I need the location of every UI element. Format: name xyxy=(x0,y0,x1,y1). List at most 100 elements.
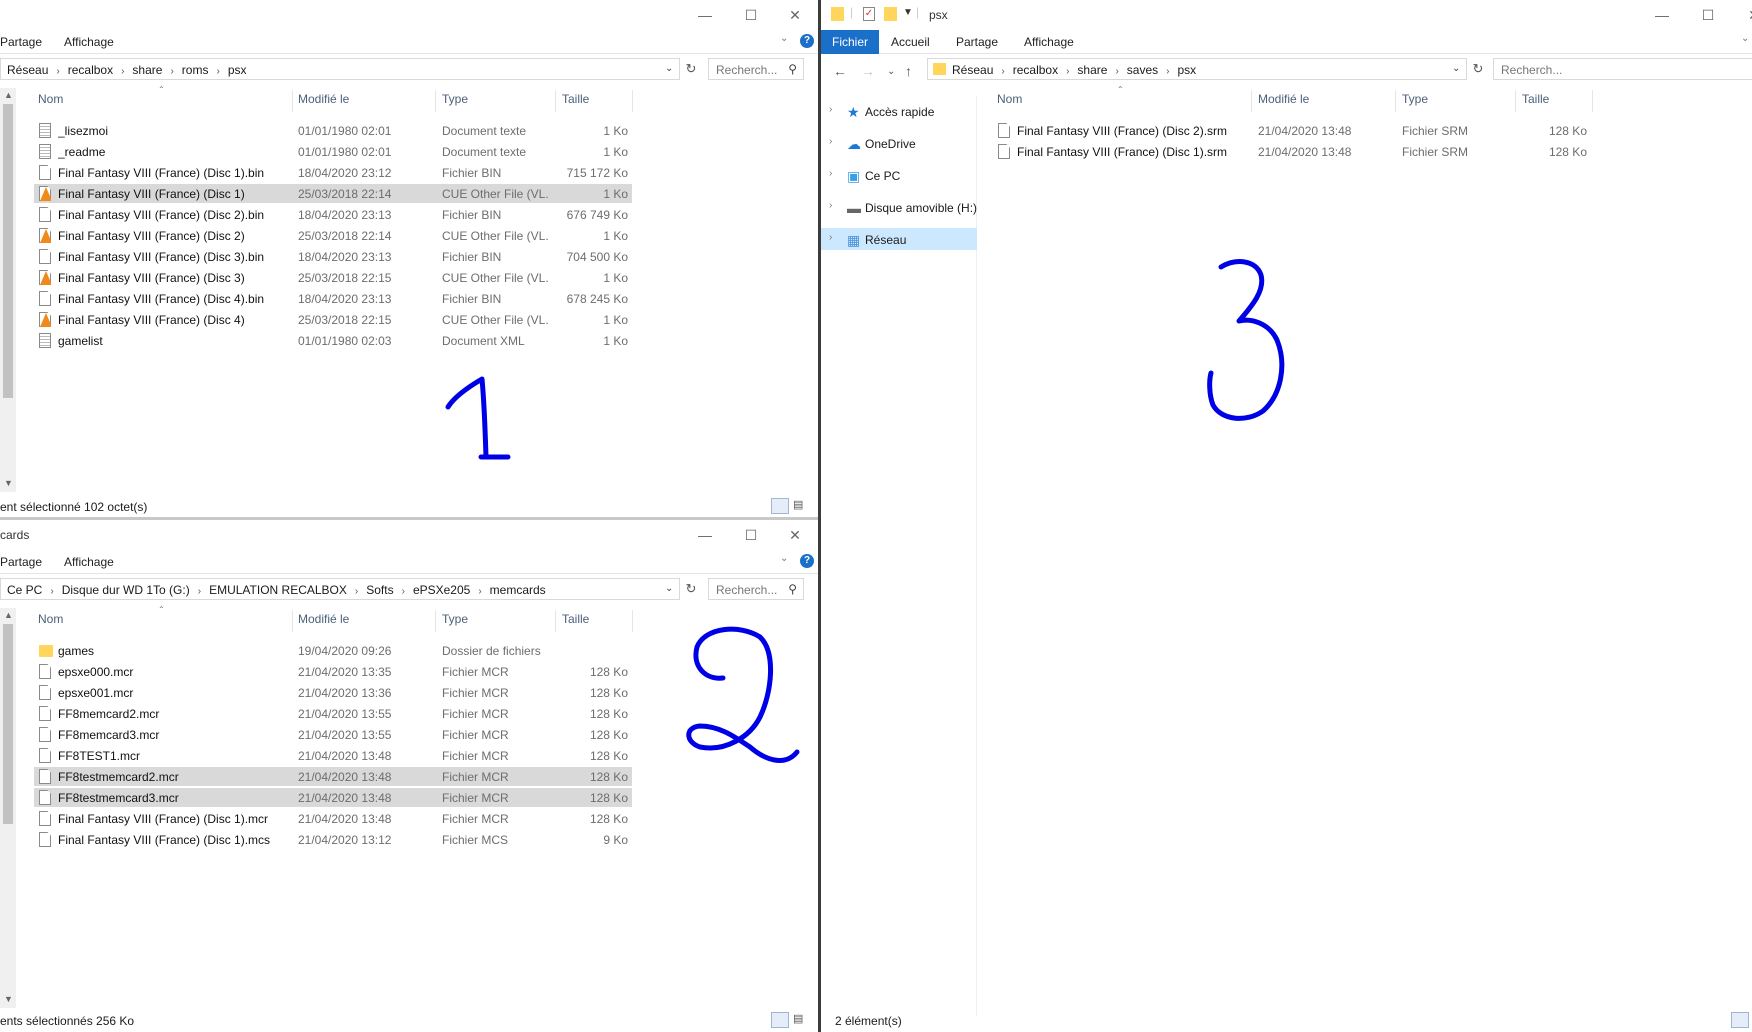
tab-fichier[interactable]: Fichier xyxy=(821,30,880,54)
breadcrumb-item[interactable]: recalbox xyxy=(1013,63,1058,77)
breadcrumb-separator-icon[interactable]: › xyxy=(1166,66,1169,77)
column-divider[interactable] xyxy=(435,610,436,632)
file-row[interactable]: Final Fantasy VIII (France) (Disc 4).bin… xyxy=(34,289,632,308)
vertical-scrollbar[interactable]: ▲ ▼ xyxy=(0,88,16,492)
tab-partage[interactable]: Partage xyxy=(0,35,42,49)
tab-affichage[interactable]: Affichage xyxy=(1024,35,1074,49)
file-row[interactable]: FF8memcard3.mcr 21/04/2020 13:55 Fichier M… xyxy=(34,725,632,744)
file-row[interactable]: games 19/04/2020 09:26 Dossier de fichiers xyxy=(34,641,632,660)
column-divider[interactable] xyxy=(555,90,556,112)
nav-item[interactable]: › ▬ Disque amovible (H:) xyxy=(821,196,977,218)
column-date[interactable]: Modifié le xyxy=(1258,92,1309,110)
column-size[interactable]: Taille xyxy=(1522,92,1549,110)
column-type[interactable]: Type xyxy=(442,612,468,630)
minimize-button[interactable]: — xyxy=(690,4,720,26)
details-view-icon[interactable] xyxy=(1731,1012,1749,1028)
breadcrumb-separator-icon[interactable]: › xyxy=(355,586,358,597)
file-row[interactable]: epsxe001.mcr 21/04/2020 13:36 Fichier MCR 1… xyxy=(34,683,632,702)
tab-partage[interactable]: Partage xyxy=(0,555,42,569)
column-type[interactable]: Type xyxy=(442,92,468,110)
tab-affichage[interactable]: Affichage xyxy=(64,35,114,49)
breadcrumb-item[interactable]: psx xyxy=(228,63,247,77)
scroll-up-icon[interactable]: ▲ xyxy=(4,90,13,100)
recent-locations-icon[interactable]: ⌄ xyxy=(887,66,895,77)
breadcrumb-separator-icon[interactable]: › xyxy=(198,586,201,597)
file-row[interactable]: Final Fantasy VIII (France) (Disc 2).bin… xyxy=(34,205,632,224)
column-name[interactable]: Nom xyxy=(38,612,63,630)
breadcrumb-item[interactable]: share xyxy=(1077,63,1107,77)
breadcrumb-separator-icon[interactable]: › xyxy=(50,586,53,597)
close-button[interactable]: ✕ xyxy=(780,524,810,546)
breadcrumb-separator-icon[interactable]: › xyxy=(56,66,59,77)
quick-access-dropdown-icon[interactable]: ▼ xyxy=(903,7,913,18)
breadcrumb-separator-icon[interactable]: › xyxy=(402,586,405,597)
column-name[interactable]: Nom xyxy=(38,92,63,110)
address-bar[interactable]: Ce PC › Disque dur WD 1To (G:) › EMULATION R… xyxy=(0,578,680,600)
expand-chevron-icon[interactable]: › xyxy=(829,104,832,115)
scroll-up-icon[interactable]: ▲ xyxy=(4,610,13,620)
file-row[interactable]: Final Fantasy VIII (France) (Disc 1).mcs… xyxy=(34,830,632,849)
expand-chevron-icon[interactable]: › xyxy=(829,232,832,243)
breadcrumb-item[interactable]: Disque dur WD 1To (G:) xyxy=(62,583,190,597)
file-row[interactable]: Final Fantasy VIII (France) (Disc 3) 25/0… xyxy=(34,268,632,287)
breadcrumb-separator-icon[interactable]: › xyxy=(1115,66,1118,77)
breadcrumb-item[interactable]: EMULATION RECALBOX xyxy=(209,583,347,597)
close-button[interactable]: ✕ xyxy=(1739,4,1752,26)
breadcrumb-item[interactable]: recalbox xyxy=(68,63,113,77)
breadcrumb-item[interactable]: Softs xyxy=(366,583,393,597)
large-icons-view-icon[interactable]: ▤ xyxy=(793,498,809,514)
breadcrumb-item[interactable]: memcards xyxy=(490,583,546,597)
forward-arrow-icon[interactable]: → xyxy=(861,63,875,79)
close-button[interactable]: ✕ xyxy=(780,4,810,26)
breadcrumb-separator-icon[interactable]: › xyxy=(170,66,173,77)
expand-ribbon-icon[interactable]: ⌄ xyxy=(780,553,788,564)
column-date[interactable]: Modifié le xyxy=(298,612,349,630)
file-row[interactable]: gamelist 01/01/1980 02:03 Document XML 1 Ko xyxy=(34,331,632,350)
file-row[interactable]: _lisezmoi 01/01/1980 02:01 Document texte 1… xyxy=(34,121,632,140)
column-divider[interactable] xyxy=(632,610,633,632)
nav-item[interactable]: › ▣ Ce PC xyxy=(821,164,977,186)
scrollbar-thumb[interactable] xyxy=(3,624,13,824)
properties-icon[interactable]: ✓ xyxy=(863,7,875,21)
refresh-icon[interactable]: ↻ xyxy=(1468,58,1488,80)
file-row[interactable]: Final Fantasy VIII (France) (Disc 3).bin… xyxy=(34,247,632,266)
maximize-button[interactable]: ☐ xyxy=(1693,4,1723,26)
file-row[interactable]: Final Fantasy VIII (France) (Disc 1) 25/0… xyxy=(34,184,632,203)
expand-chevron-icon[interactable]: › xyxy=(829,136,832,147)
column-divider[interactable] xyxy=(1251,90,1252,112)
column-size[interactable]: Taille xyxy=(562,612,589,630)
column-divider[interactable] xyxy=(632,90,633,112)
column-date[interactable]: Modifié le xyxy=(298,92,349,110)
up-arrow-icon[interactable]: ↑ xyxy=(905,63,912,79)
file-row[interactable]: FF8testmemcard3.mcr 21/04/2020 13:48 Fichi… xyxy=(34,788,632,807)
refresh-icon[interactable]: ↻ xyxy=(681,578,701,600)
file-row[interactable]: Final Fantasy VIII (France) (Disc 1).srm… xyxy=(993,142,1592,161)
refresh-icon[interactable]: ↻ xyxy=(681,58,701,80)
column-size[interactable]: Taille xyxy=(562,92,589,110)
nav-item[interactable]: › ▦ Réseau xyxy=(821,228,977,250)
search-input[interactable]: Recherch... ⚲ xyxy=(708,58,804,80)
search-input[interactable]: Recherch... xyxy=(1493,58,1752,80)
breadcrumb-separator-icon[interactable]: › xyxy=(216,66,219,77)
expand-ribbon-icon[interactable]: ⌄ xyxy=(780,33,788,44)
nav-item[interactable]: › ☁ OneDrive xyxy=(821,132,977,154)
file-row[interactable]: Final Fantasy VIII (France) (Disc 2) 25/0… xyxy=(34,226,632,245)
column-divider[interactable] xyxy=(435,90,436,112)
details-view-icon[interactable] xyxy=(771,1012,789,1028)
breadcrumb-item[interactable]: share xyxy=(132,63,162,77)
scrollbar-thumb[interactable] xyxy=(3,104,13,398)
file-row[interactable]: FF8testmemcard2.mcr 21/04/2020 13:48 Fichi… xyxy=(34,767,632,786)
breadcrumb-item[interactable]: psx xyxy=(1178,63,1197,77)
file-row[interactable]: Final Fantasy VIII (France) (Disc 2).srm… xyxy=(993,121,1592,140)
tab-affichage[interactable]: Affichage xyxy=(64,555,114,569)
file-row[interactable]: _readme 01/01/1980 02:01 Document texte 1 K… xyxy=(34,142,632,161)
address-dropdown-icon[interactable]: ⌄ xyxy=(665,583,673,594)
breadcrumb-item[interactable]: saves xyxy=(1127,63,1158,77)
help-icon[interactable]: ? xyxy=(800,554,814,568)
breadcrumb-separator-icon[interactable]: › xyxy=(1066,66,1069,77)
help-icon[interactable]: ? xyxy=(800,34,814,48)
maximize-button[interactable]: ☐ xyxy=(736,4,766,26)
tab-accueil[interactable]: Accueil xyxy=(891,35,930,49)
address-bar[interactable]: Réseau › recalbox › share › roms › psx ⌄ xyxy=(0,58,680,80)
column-divider[interactable] xyxy=(555,610,556,632)
